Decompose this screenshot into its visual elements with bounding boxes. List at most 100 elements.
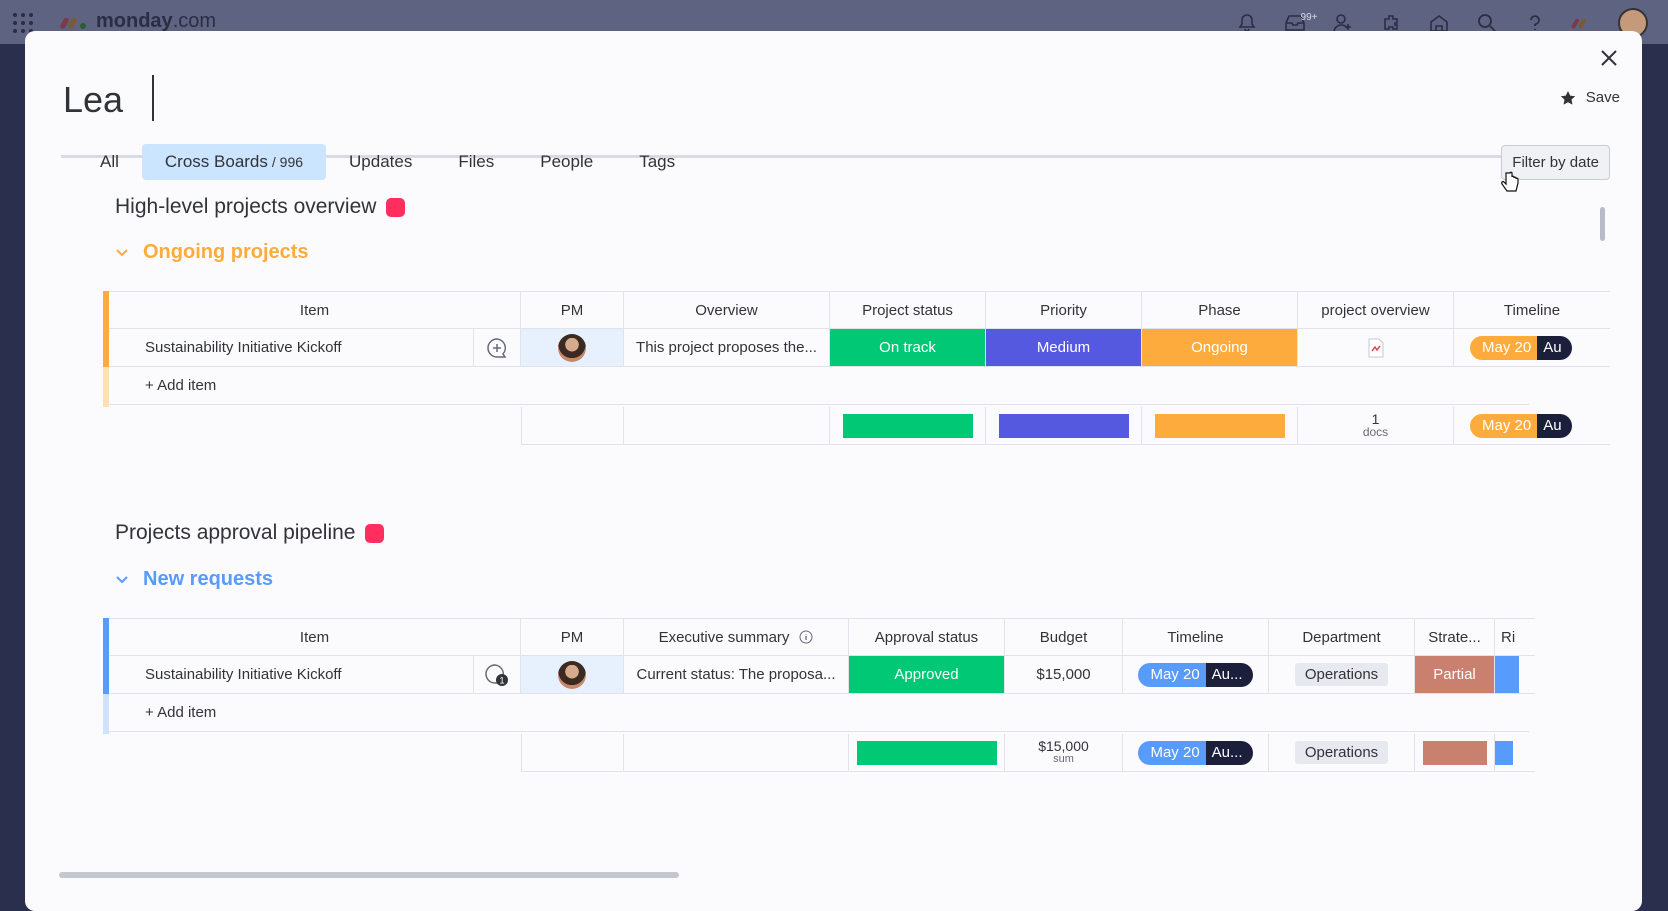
monday-logo[interactable]: monday.com bbox=[60, 10, 216, 33]
summary-empty bbox=[521, 734, 624, 772]
column-header-pm: PM bbox=[521, 618, 624, 656]
timeline-summary-pill: May 20 Au bbox=[1470, 413, 1572, 438]
table-header: Item PM Overview Project status Priority… bbox=[109, 291, 1610, 329]
pm-avatar bbox=[558, 660, 586, 689]
group-title-ongoing[interactable]: Ongoing projects bbox=[115, 241, 309, 264]
column-header-priority: Priority bbox=[986, 291, 1142, 329]
department-tag: Operations bbox=[1294, 663, 1389, 686]
column-header-approval-status: Approval status bbox=[849, 618, 1005, 656]
board-title[interactable]: High-level projects overview bbox=[115, 195, 406, 219]
timeline-cell[interactable]: May 20 Au bbox=[1454, 329, 1610, 367]
summary-empty bbox=[521, 407, 624, 445]
save-label: Save bbox=[1585, 89, 1620, 106]
table-row[interactable]: Sustainability Initiative Kickoff This p… bbox=[109, 329, 1610, 367]
tab-label: Cross Boards bbox=[164, 152, 268, 171]
column-header-pm: PM bbox=[521, 291, 624, 329]
status-label: On track bbox=[879, 339, 936, 356]
pm-cell[interactable] bbox=[521, 656, 624, 694]
phase-summary-bar bbox=[1154, 413, 1285, 438]
chevron-down-icon bbox=[116, 248, 128, 256]
pm-cell[interactable] bbox=[521, 329, 624, 367]
add-update-icon bbox=[487, 337, 507, 358]
board-color-badge bbox=[365, 523, 385, 543]
timeline-end: Au bbox=[1537, 413, 1572, 438]
timeline-cell[interactable]: May 20 Au... bbox=[1123, 656, 1269, 694]
tab-label: Updates bbox=[349, 152, 413, 171]
tab-people[interactable]: People bbox=[517, 144, 616, 180]
risk-summary-bar bbox=[1495, 740, 1513, 765]
risk-status-fill bbox=[1495, 656, 1519, 693]
search-input[interactable] bbox=[61, 69, 765, 131]
docs-label: docs bbox=[1362, 424, 1389, 439]
timeline-summary-pill: May 20 Au... bbox=[1138, 740, 1253, 765]
summary-budget: $15,000 sum bbox=[1005, 734, 1123, 772]
tab-tags[interactable]: Tags bbox=[616, 144, 698, 180]
tab-all[interactable]: All bbox=[77, 144, 142, 180]
column-header-label: Executive summary bbox=[658, 628, 790, 646]
info-icon[interactable] bbox=[799, 630, 813, 644]
board-title-text: Projects approval pipeline bbox=[115, 521, 356, 544]
priority-summary-bar bbox=[998, 413, 1129, 438]
star-icon bbox=[1560, 90, 1575, 105]
save-button[interactable]: Save bbox=[1560, 89, 1620, 106]
project-status-cell[interactable]: On track bbox=[830, 329, 986, 367]
risk-cell[interactable] bbox=[1495, 656, 1535, 694]
horizontal-scrollbar[interactable] bbox=[59, 872, 679, 878]
add-update-button[interactable] bbox=[474, 329, 521, 367]
tab-updates[interactable]: Updates bbox=[326, 144, 435, 180]
tab-count: / 996 bbox=[271, 154, 304, 170]
item-name[interactable]: Sustainability Initiative Kickoff bbox=[109, 329, 474, 367]
item-name[interactable]: Sustainability Initiative Kickoff bbox=[109, 656, 474, 694]
timeline-start: May 20 bbox=[1138, 740, 1206, 765]
summary-strategic bbox=[1415, 734, 1495, 772]
timeline-pill: May 20 Au... bbox=[1138, 662, 1253, 687]
monday-logo-icon bbox=[60, 17, 86, 29]
budget-cell[interactable]: $15,000 bbox=[1005, 656, 1123, 694]
summary-priority bbox=[986, 407, 1142, 445]
timeline-start: May 20 bbox=[1470, 413, 1538, 438]
update-count: 1 bbox=[499, 675, 504, 685]
timeline-end: Au... bbox=[1205, 740, 1253, 765]
board-title[interactable]: Projects approval pipeline bbox=[115, 521, 385, 545]
department-cell[interactable]: Operations bbox=[1269, 656, 1415, 694]
strategic-cell[interactable]: Partial bbox=[1415, 656, 1495, 694]
summary-row: 1 docs May 20 Au bbox=[521, 407, 1610, 445]
close-button[interactable] bbox=[1594, 43, 1624, 73]
summary-timeline: May 20 Au... bbox=[1123, 734, 1269, 772]
add-item-button[interactable]: + Add item bbox=[109, 694, 1529, 732]
tab-cross-boards[interactable]: Cross Boards/ 996 bbox=[141, 144, 327, 180]
project-overview-cell[interactable] bbox=[1298, 329, 1454, 367]
approval-status-cell[interactable]: Approved bbox=[849, 656, 1005, 694]
inbox-badge: 99+ bbox=[1300, 11, 1318, 23]
add-item-row[interactable]: + Add item bbox=[109, 367, 1529, 405]
group-name: New requests bbox=[143, 568, 274, 590]
summary-empty bbox=[624, 407, 830, 445]
updates-button[interactable]: 1 bbox=[474, 656, 521, 694]
column-header-risk: Ri bbox=[1495, 618, 1535, 656]
add-item-row[interactable]: + Add item bbox=[109, 694, 1529, 732]
updates-icon: 1 bbox=[485, 663, 508, 686]
result-tabs: All Cross Boards/ 996 Updates Files Peop… bbox=[77, 144, 698, 180]
summary-timeline: May 20 Au bbox=[1454, 407, 1610, 445]
close-icon bbox=[1601, 50, 1617, 66]
approval-summary-bar bbox=[856, 740, 997, 765]
column-header-project-status: Project status bbox=[830, 291, 986, 329]
tab-label: People bbox=[540, 152, 594, 171]
overview-cell[interactable]: This project proposes the... bbox=[624, 329, 830, 367]
summary-empty bbox=[624, 734, 849, 772]
group-title-new-requests[interactable]: New requests bbox=[115, 568, 273, 591]
add-item-button[interactable]: + Add item bbox=[109, 367, 1529, 405]
tab-files[interactable]: Files bbox=[435, 144, 517, 180]
approval-label: Approved bbox=[894, 666, 959, 683]
timeline-pill: May 20 Au bbox=[1470, 335, 1572, 360]
search-modal: Save All Cross Boards/ 996 Updates Files… bbox=[25, 31, 1642, 911]
phase-cell[interactable]: Ongoing bbox=[1142, 329, 1298, 367]
table-row[interactable]: Sustainability Initiative Kickoff 1 Curr… bbox=[109, 656, 1535, 694]
docs-count: 1 bbox=[1371, 410, 1380, 427]
vertical-scrollbar[interactable] bbox=[1600, 207, 1605, 241]
strategic-label: Partial bbox=[1433, 666, 1476, 683]
summary-approval bbox=[849, 734, 1005, 772]
priority-cell[interactable]: Medium bbox=[986, 329, 1142, 367]
executive-summary-cell[interactable]: Current status: The proposa... bbox=[624, 656, 849, 694]
strategic-summary-bar bbox=[1422, 740, 1487, 765]
